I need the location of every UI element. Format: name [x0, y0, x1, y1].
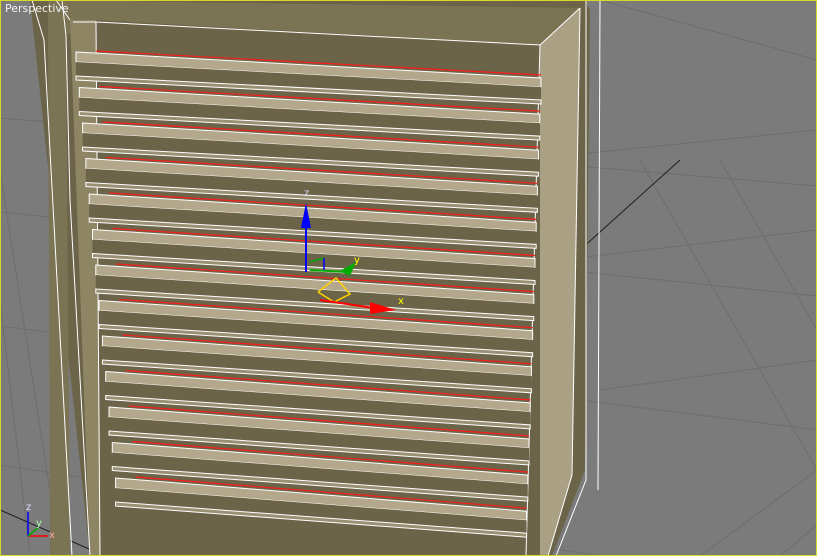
gizmo-z-label: z: [304, 188, 309, 199]
corner-y-label: y: [36, 518, 42, 529]
viewport-canvas[interactable]: z y x z y x: [0, 0, 817, 556]
gizmo-y-label: y: [354, 255, 360, 266]
corner-x-label: x: [49, 530, 55, 541]
gizmo-x-label: x: [398, 296, 404, 307]
viewport-label[interactable]: Perspective: [5, 2, 69, 15]
corner-z-label: z: [26, 502, 31, 513]
perspective-viewport[interactable]: z y x z y x Perspective: [0, 0, 817, 556]
